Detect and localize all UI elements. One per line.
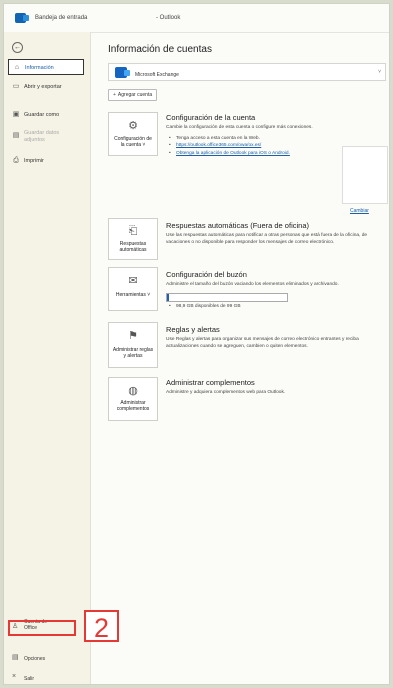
account-name: Microsoft Exchange <box>135 72 179 78</box>
addins-desc: Administre y adquiera complementos web p… <box>166 390 286 395</box>
auto-replies-section: Respuestas automáticas (Fuera de oficina… <box>166 221 380 246</box>
tools-tile-label: Herramientas ˅ <box>115 292 151 298</box>
mailbox-usage-text: 98,9 GB disponibles de 99 GB <box>169 303 380 311</box>
sidebar-item-label: Guardar como <box>24 112 60 118</box>
sidebar-item-guardar-adjuntos: ▤ Guardar datos adjuntos <box>8 128 68 144</box>
auto-replies-desc: Use las respuestas automáticas para noti… <box>166 233 368 245</box>
plus-icon: + <box>113 92 116 98</box>
mailbox-usage-bar <box>166 292 288 302</box>
sidebar-item-imprimir[interactable]: ⎙ Imprimir <box>8 153 84 169</box>
account-settings-button[interactable]: ⚙ Configuración de la cuenta ˅ <box>108 112 158 156</box>
mobile-app-link[interactable]: Obtenga la aplicación de Outlook para iO… <box>176 151 290 156</box>
folder-open-icon: ▭ <box>12 83 20 90</box>
addins-title: Administrar complementos <box>166 378 255 387</box>
back-arrow-icon[interactable]: ← <box>12 42 23 53</box>
rules-alerts-section: Reglas y alertas Use Reglas y alertas pa… <box>166 325 380 350</box>
account-settings-section: Configuración de la cuenta Cambie la con… <box>166 113 336 157</box>
manage-addins-button[interactable]: ◍ Administrar complementos <box>108 377 158 421</box>
addins-section: Administrar complementos Administre y ad… <box>166 378 380 397</box>
auto-replies-tile-label: Respuestas automáticas <box>119 241 147 253</box>
sidebar-item-opciones[interactable]: ▤ Opciones <box>8 652 84 666</box>
backstage-sidebar: ← ⌂ Información ▭ Abrir y exportar ▣ Gua… <box>4 32 91 684</box>
exchange-logo-icon <box>115 67 130 78</box>
save-as-icon: ▣ <box>12 111 20 118</box>
auto-replies-button[interactable]: ⎗ Respuestas automáticas <box>108 218 158 260</box>
account-settings-tile-label: Configuración de la cuenta ˅ <box>114 136 152 148</box>
attachment-save-icon: ▤ <box>12 132 20 139</box>
sidebar-item-informacion[interactable]: ⌂ Información <box>8 59 84 75</box>
options-icon: ▤ <box>12 654 19 661</box>
mailbox-tools-icon: ✉ <box>128 275 138 287</box>
sidebar-item-label: Información <box>25 65 54 71</box>
sidebar-item-label: Guardar datos adjuntos <box>24 130 60 143</box>
close-icon: × <box>12 673 17 680</box>
window-title-right: - Outlook <box>156 15 181 21</box>
account-selector[interactable]: Microsoft Exchange ˅ <box>108 63 386 81</box>
sidebar-item-label: Opciones <box>24 656 46 662</box>
outlook-window: Bandeja de entrada - - Outlook ← ⌂ Infor… <box>3 3 390 685</box>
manage-rules-tile-label: Administrar reglas y alertas <box>112 347 154 359</box>
sidebar-item-salir[interactable]: × Salir <box>8 672 84 684</box>
redacted-email <box>88 14 148 22</box>
chevron-down-icon: ˅ <box>378 69 381 75</box>
auto-replies-title: Respuestas automáticas (Fuera de oficina… <box>166 221 309 230</box>
account-settings-title: Configuración de la cuenta <box>166 113 256 122</box>
account-settings-icon: ⚙ <box>128 120 138 132</box>
mailbox-settings-title: Configuración del buzón <box>166 270 247 279</box>
page-title: Información de cuentas <box>108 44 212 55</box>
mailbox-settings-desc: Administre el tamaño del buzón vaciando … <box>166 282 339 287</box>
outlook-app-icon <box>15 13 29 23</box>
mailbox-usage-fill <box>167 293 170 301</box>
rules-alerts-icon: ⚑ <box>128 330 138 342</box>
annotation-highlight-opciones <box>8 620 76 636</box>
rules-alerts-desc: Use Reglas y alertas para organizar sus … <box>166 337 359 349</box>
home-icon: ⌂ <box>14 64 20 71</box>
mobile-app-item: Obtenga la aplicación de Outlook para iO… <box>169 150 336 158</box>
sidebar-item-label: Imprimir <box>24 158 44 164</box>
sidebar-item-guardar-como[interactable]: ▣ Guardar como <box>8 107 84 123</box>
sidebar-item-abrir-exportar[interactable]: ▭ Abrir y exportar <box>8 79 84 95</box>
title-bar: Bandeja de entrada - - Outlook <box>4 4 389 33</box>
tools-button[interactable]: ✉ Herramientas ˅ <box>108 267 158 311</box>
sidebar-item-label: Abrir y exportar <box>24 84 62 90</box>
annotation-step-number: 2 <box>84 610 119 643</box>
change-photo-link[interactable]: Cambiar <box>350 208 369 214</box>
rules-alerts-title: Reglas y alertas <box>166 325 220 334</box>
printer-icon: ⎙ <box>13 157 19 164</box>
add-account-label: Agregar cuenta <box>117 92 153 98</box>
window-title-left: Bandeja de entrada - <box>35 15 92 21</box>
globe-icon: ◍ <box>128 385 138 397</box>
mailbox-settings-section: Configuración del buzón Administre el ta… <box>166 270 380 310</box>
sidebar-item-label: Salir <box>24 676 35 682</box>
bullet-web-access: Tenga acceso a esta cuenta en la Web. <box>169 135 336 143</box>
profile-photo <box>342 146 388 204</box>
auto-reply-icon: ⎗ <box>128 225 138 237</box>
owa-link[interactable]: https://outlook.office365.com/owa/ox.es/ <box>176 143 261 148</box>
account-settings-desc: Cambie la configuración de esta cuenta o… <box>166 125 313 130</box>
manage-addins-tile-label: Administrar complementos <box>116 400 150 412</box>
add-account-button[interactable]: + Agregar cuenta <box>108 89 158 101</box>
manage-rules-button[interactable]: ⚑ Administrar reglas y alertas <box>108 322 158 368</box>
account-info-panel: Información de cuentas Microsoft Exchang… <box>94 32 389 682</box>
owa-link-item: https://outlook.office365.com/owa/ox.es/ <box>169 142 336 150</box>
